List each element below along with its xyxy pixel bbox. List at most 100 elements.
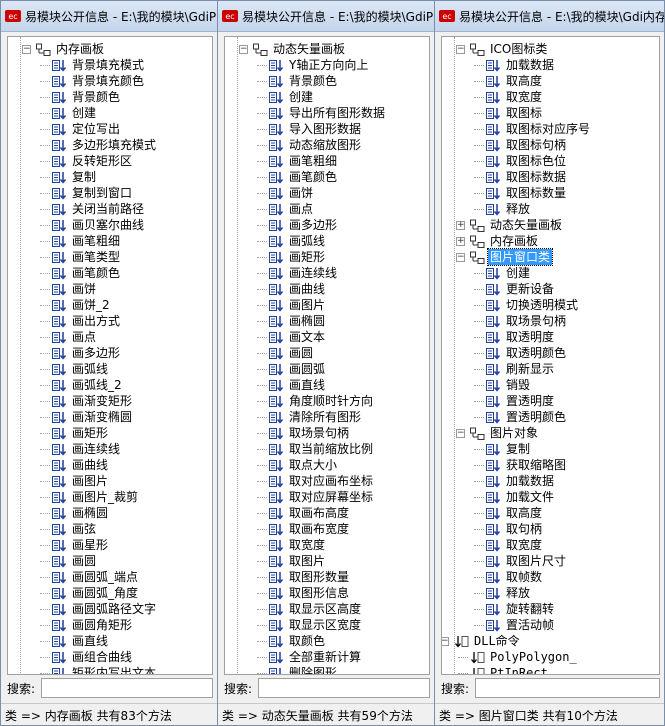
tree-item-class[interactable]: DLL命令	[454, 633, 522, 649]
tree-item-method[interactable]: 画图片	[269, 297, 327, 313]
tree-item-method[interactable]: 取透明颜色	[486, 345, 568, 361]
tree-item-method[interactable]: 取图标数量	[486, 185, 568, 201]
tree-item-method[interactable]: 画圆	[269, 345, 315, 361]
tree-item-method[interactable]: 画圆	[52, 553, 98, 569]
tree-item-method[interactable]: 取图片	[269, 553, 327, 569]
tree-item-method[interactable]: 背景颜色	[52, 89, 122, 105]
tree-item-method[interactable]: 取透明度	[486, 329, 556, 345]
tree-item-method[interactable]: 取图标	[486, 105, 544, 121]
tree-item-method[interactable]: 释放	[486, 201, 532, 217]
tree-item-method[interactable]: 取当前缩放比例	[269, 441, 375, 457]
tree-item-method[interactable]: 取图形信息	[269, 585, 351, 601]
tree-item-method[interactable]: 画曲线	[269, 281, 327, 297]
tree-item-class[interactable]: ICO图标类	[470, 41, 549, 57]
tree-item-method[interactable]: 释放	[486, 585, 532, 601]
tree-item-method[interactable]: 更新设备	[486, 281, 556, 297]
tree-item-method[interactable]: 取宽度	[486, 537, 544, 553]
tree-item-method[interactable]: 全部重新计算	[269, 649, 363, 665]
tree-item-method[interactable]: 画弧线_2	[52, 377, 124, 393]
tree-item-method[interactable]: 画文本	[269, 329, 327, 345]
tree-item-method[interactable]: 画直线	[52, 633, 110, 649]
tree-item-method[interactable]: 角度顺时针方向	[269, 393, 375, 409]
search-input[interactable]	[41, 678, 213, 698]
tree-item-method[interactable]: 画渐变矩形	[52, 393, 134, 409]
tree-item-method[interactable]: 取图片尺寸	[486, 553, 568, 569]
tree-item-class[interactable]: 图片对象	[470, 425, 540, 441]
tree-item-method[interactable]: 画多边形	[269, 217, 339, 233]
tree-item-method[interactable]: 切换透明模式	[486, 297, 580, 313]
tree-item-method[interactable]: 置透明颜色	[486, 409, 568, 425]
tree-item-method[interactable]: 画笔颜色	[269, 169, 339, 185]
tree-item-method[interactable]: 画点	[52, 329, 98, 345]
tree-item-method[interactable]: 画饼	[52, 281, 98, 297]
tree-item-method[interactable]: 画笔粗细	[52, 233, 122, 249]
tree-item-method[interactable]: 导出所有图形数据	[269, 105, 387, 121]
title-bar[interactable]: ec 易模块公开信息 - E:\我的模块\GdiP	[218, 1, 434, 32]
tree-item-method[interactable]: 获取缩略图	[486, 457, 568, 473]
tree-item-method[interactable]: 取对应屏幕坐标	[269, 489, 375, 505]
search-input[interactable]	[258, 678, 430, 698]
tree-item-method[interactable]: 画矩形	[52, 425, 110, 441]
tree-item-method[interactable]: 销毁	[486, 377, 532, 393]
tree-item-method[interactable]: 画笔类型	[52, 249, 122, 265]
tree-item-method[interactable]: 画矩形	[269, 249, 327, 265]
tree-item-method[interactable]: 取高度	[486, 505, 544, 521]
tree-item-method[interactable]: 取图标句柄	[486, 137, 568, 153]
tree-item-method[interactable]: 取高度	[486, 73, 544, 89]
tree-item-method[interactable]: 画图片	[52, 473, 110, 489]
tree-item-method[interactable]: 创建	[52, 105, 98, 121]
tree-item-method[interactable]: 定位写出	[52, 121, 122, 137]
tree-item-method[interactable]: 画弧线	[52, 361, 110, 377]
tree-item-method[interactable]: 加载文件	[486, 489, 556, 505]
tree-item-class[interactable]: 动态矢量画板	[253, 41, 347, 57]
tree-item-method[interactable]: 画椭圆	[52, 505, 110, 521]
tree-item-method[interactable]: 删除图形	[269, 665, 339, 674]
tree-item-method[interactable]: 取画布宽度	[269, 521, 351, 537]
tree-item-method[interactable]: 取句柄	[486, 521, 544, 537]
tree-item-method[interactable]: 动态缩放图形	[269, 137, 363, 153]
tree-item-method[interactable]: 取场景句柄	[486, 313, 568, 329]
tree-item-method[interactable]: 画笔颜色	[52, 265, 122, 281]
collapse-toggle-icon[interactable]: −	[456, 45, 465, 54]
tree-item-method[interactable]: 画圆弧路径文字	[52, 601, 158, 617]
tree-item-method[interactable]: 画圆角矩形	[52, 617, 134, 633]
collapse-toggle-icon[interactable]: −	[442, 637, 449, 646]
tree-item-method[interactable]: 复制	[486, 441, 532, 457]
tree-item-method[interactable]: 置透明度	[486, 393, 556, 409]
tree-item-method[interactable]: 画笔粗细	[269, 153, 339, 169]
tree-item-method[interactable]: 画星形	[52, 537, 110, 553]
tree-item-method[interactable]: Y轴正方向向上	[269, 57, 370, 73]
tree-item-method[interactable]: 清除所有图形	[269, 409, 363, 425]
tree-item-method[interactable]: 画椭圆	[269, 313, 327, 329]
tree-item-method[interactable]: 关闭当前路径	[52, 201, 146, 217]
tree-item-method[interactable]: 背景填充颜色	[52, 73, 146, 89]
tree-item-method[interactable]: 取图标色位	[486, 153, 568, 169]
tree-item-method[interactable]: 取帧数	[486, 569, 544, 585]
tree-item-method[interactable]: 画组合曲线	[52, 649, 134, 665]
tree-item-method[interactable]: 画出方式	[52, 313, 122, 329]
tree-item-method[interactable]: 取图形数量	[269, 569, 351, 585]
tree-item-method[interactable]: 创建	[486, 265, 532, 281]
collapse-toggle-icon[interactable]: −	[456, 253, 465, 262]
tree-item-method[interactable]: PtInRect	[470, 665, 550, 674]
tree-item-class[interactable]: 内存画板	[470, 233, 540, 249]
expand-toggle-icon[interactable]: +	[456, 221, 465, 230]
title-bar[interactable]: ec 易模块公开信息 - E:\我的模块\GdiP	[1, 1, 217, 32]
tree-item-class[interactable]: 图片窗口类	[470, 248, 554, 266]
tree-item-method[interactable]: 取宽度	[486, 89, 544, 105]
tree-item-method[interactable]: 取场景句柄	[269, 425, 351, 441]
tree-item-method[interactable]: 导入图形数据	[269, 121, 363, 137]
tree-item-method[interactable]: 取画布高度	[269, 505, 351, 521]
tree-item-method[interactable]: 画多边形	[52, 345, 122, 361]
tree-item-method[interactable]: 画直线	[269, 377, 327, 393]
tree-item-class[interactable]: 内存画板	[36, 41, 106, 57]
tree-item-method[interactable]: 复制到窗口	[52, 185, 134, 201]
tree-item-method[interactable]: 画圆弧	[269, 361, 327, 377]
tree-item-method[interactable]: 画饼_2	[52, 297, 112, 313]
tree-item-method[interactable]: 取显示区高度	[269, 601, 363, 617]
tree-item-method[interactable]: 加载数据	[486, 473, 556, 489]
collapse-toggle-icon[interactable]: −	[239, 45, 248, 54]
tree-item-method[interactable]: 背景填充模式	[52, 57, 146, 73]
method-tree[interactable]: − 动态矢量画板 Y轴正方向向上 背景颜色 创建 导出所有图形数据 导入图形数据 动态缩放图形…	[224, 36, 430, 675]
tree-item-method[interactable]: 取宽度	[269, 537, 327, 553]
